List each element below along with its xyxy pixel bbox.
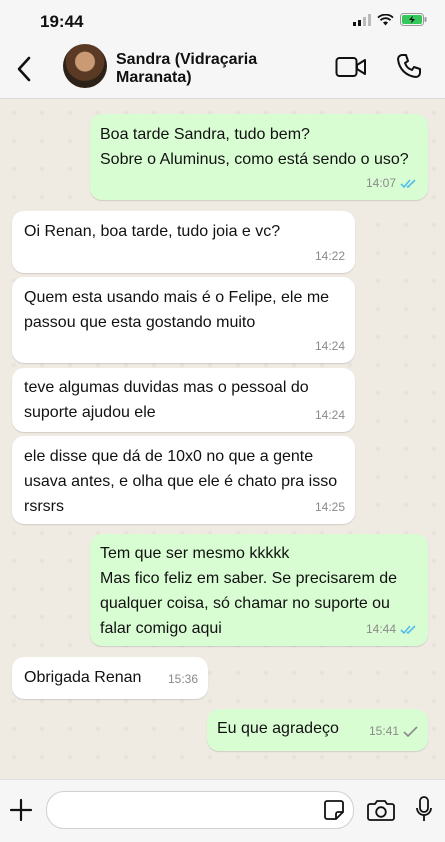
signal-icon (353, 13, 371, 26)
phone-icon[interactable] (396, 53, 422, 79)
message-text: teve algumas duvidas mas o pessoal do su… (24, 379, 309, 421)
message-meta: 14:24 (315, 403, 345, 428)
contact-name[interactable]: Sandra (Vidraçaria Maranata) (116, 51, 316, 87)
avatar[interactable] (63, 44, 107, 88)
camera-icon[interactable] (367, 798, 395, 822)
message-meta: 14:44 (366, 617, 418, 642)
message-bubble[interactable]: ele disse que dá de 10x0 no que a gente … (12, 436, 355, 524)
message-bubble[interactable]: Obrigada Renan 15:36 (12, 657, 208, 699)
message-bubble[interactable]: Tem que ser mesmo kkkkk Mas fico feliz e… (90, 534, 428, 646)
chat-header: Sandra (Vidraçaria Maranata) (0, 40, 445, 99)
sent-tick-icon (403, 726, 418, 737)
back-icon[interactable] (12, 54, 36, 84)
message-time: 14:22 (314, 249, 345, 263)
message-bubble[interactable]: Oi Renan, boa tarde, tudo joia e vc? 14:… (12, 211, 355, 273)
read-ticks-icon (400, 625, 416, 635)
message-text: Quem esta usando mais é o Felipe, ele me… (24, 289, 330, 331)
message-time: 14:07 (365, 176, 396, 190)
message-time: 14:44 (365, 622, 396, 636)
message-composer (0, 779, 445, 842)
read-ticks-icon (400, 179, 416, 189)
message-text: ele disse que dá de 10x0 no que a gente … (24, 448, 338, 515)
message-meta: 14:24 (315, 334, 345, 359)
chat-area[interactable]: Boa tarde Sandra, tudo bem? Sobre o Alum… (0, 99, 445, 779)
message-bubble[interactable]: Eu que agradeço 15:41 (207, 709, 428, 751)
message-time: 15:41 (368, 724, 399, 738)
message-meta: 14:22 (315, 244, 345, 269)
microphone-icon[interactable] (415, 796, 433, 824)
message-time: 14:25 (314, 500, 345, 514)
message-time: 14:24 (314, 339, 345, 353)
message-bubble[interactable]: Quem esta usando mais é o Felipe, ele me… (12, 277, 355, 363)
battery-icon (400, 13, 427, 26)
wifi-icon (377, 13, 394, 25)
sticker-icon[interactable] (323, 799, 345, 821)
message-time: 14:24 (314, 408, 345, 422)
message-meta: 15:36 (168, 667, 198, 692)
status-bar: 19:44 (0, 0, 445, 40)
message-bubble[interactable]: Boa tarde Sandra, tudo bem? Sobre o Alum… (90, 114, 428, 200)
message-meta: 14:25 (315, 495, 345, 520)
status-time: 19:44 (40, 12, 84, 31)
message-text: Oi Renan, boa tarde, tudo joia e vc? (24, 223, 281, 240)
message-bubble[interactable]: teve algumas duvidas mas o pessoal do su… (12, 368, 355, 432)
video-call-icon[interactable] (335, 56, 367, 78)
message-meta: 15:41 (369, 719, 418, 744)
message-time: 15:36 (167, 672, 198, 686)
plus-icon[interactable] (9, 798, 33, 822)
message-meta: 14:07 (366, 171, 418, 196)
message-input[interactable] (46, 791, 354, 829)
status-icons (353, 13, 427, 26)
message-text: Boa tarde Sandra, tudo bem? Sobre o Alum… (100, 126, 409, 168)
